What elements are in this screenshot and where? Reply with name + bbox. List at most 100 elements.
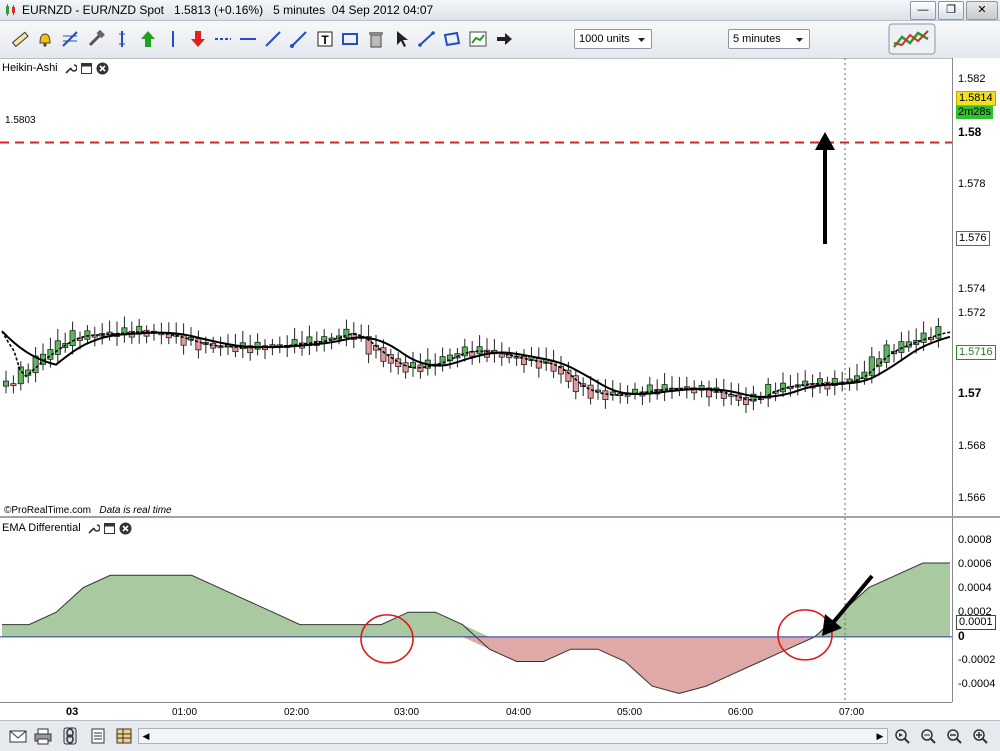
negative-area xyxy=(2,636,950,694)
price-tick: 1.57 xyxy=(958,386,982,400)
indicator-tick: -0.0004 xyxy=(958,678,996,690)
candle-body xyxy=(195,338,202,351)
copyright-text: ©ProRealTime.com xyxy=(4,505,92,516)
timeframe-select-value: 5 minutes xyxy=(733,33,781,45)
notes-icon[interactable] xyxy=(88,727,108,745)
chart-settings-icon[interactable] xyxy=(468,29,488,49)
scroll-left-arrow[interactable]: ◀ xyxy=(139,729,153,743)
lasso-icon[interactable] xyxy=(442,29,462,49)
trash-icon[interactable] xyxy=(366,29,386,49)
candle-body xyxy=(587,384,594,399)
target-line-label: 1.5803 xyxy=(5,115,36,126)
time-tick: 06:00 xyxy=(728,707,754,718)
ema-differential-chart[interactable] xyxy=(0,518,952,702)
price-marker: 1.576 xyxy=(956,231,990,246)
rectangle-icon[interactable] xyxy=(340,29,360,49)
alert-bell-icon[interactable] xyxy=(35,29,55,49)
indicator-value-badge: 0.0001 xyxy=(956,615,996,630)
vertical-line-icon-2[interactable] xyxy=(163,29,183,49)
positive-area xyxy=(2,563,950,637)
indicator-tick: -0.0002 xyxy=(958,654,996,666)
candle-body xyxy=(780,382,787,393)
sell-arrow-icon[interactable] xyxy=(188,29,208,49)
ema-value-badge: 1.5716 xyxy=(956,345,996,360)
realtime-note: Data is real time xyxy=(99,505,172,516)
bottom-toolbar: ◀ ▶ xyxy=(0,720,1000,751)
price-axis: 1.582 1.5814 2m28s 1.58 1.578 1.576 1.57… xyxy=(952,58,1000,517)
zoom-out-icon[interactable] xyxy=(944,727,964,745)
reset-zoom-icon[interactable] xyxy=(892,727,912,745)
candle-body xyxy=(920,332,927,343)
countdown-badge: 2m28s xyxy=(956,106,994,119)
app-candles-icon xyxy=(6,4,15,16)
price-tick: 1.568 xyxy=(958,440,986,452)
chevron-down-icon xyxy=(796,38,803,42)
time-tick: 05:00 xyxy=(617,707,643,718)
candle-body xyxy=(84,330,91,340)
time-tick: 04:00 xyxy=(506,707,532,718)
minimize-button[interactable]: — xyxy=(910,1,936,20)
time-tick: 03:00 xyxy=(394,707,420,718)
zoom-in-icon[interactable] xyxy=(970,727,990,745)
svg-text:T: T xyxy=(321,33,329,47)
candle-body xyxy=(17,366,24,385)
units-select-value: 1000 units xyxy=(579,33,630,45)
candle-body xyxy=(402,362,409,373)
arrow-right-icon[interactable] xyxy=(494,29,514,49)
fast-ema-line xyxy=(1,330,951,401)
up-arrowhead xyxy=(815,132,835,150)
candle-body xyxy=(935,326,942,339)
candle-body xyxy=(550,361,557,372)
chart-credits: ©ProRealTime.com Data is real time xyxy=(4,505,172,516)
toolbar: T 1000 units 5 minutes xyxy=(0,21,1000,59)
ruler-icon[interactable] xyxy=(10,29,30,49)
chain-link-icon[interactable] xyxy=(60,727,80,745)
email-icon[interactable] xyxy=(8,727,28,745)
price-tick: 1.582 xyxy=(958,73,986,85)
time-tick: 07:00 xyxy=(839,707,865,718)
ray-icon[interactable] xyxy=(289,29,309,49)
candle-body xyxy=(602,390,609,400)
chart-style-button[interactable] xyxy=(888,23,936,55)
zoom-fit-icon[interactable] xyxy=(918,727,938,745)
slow-ema-line xyxy=(1,330,951,398)
vertical-line-icon[interactable] xyxy=(112,29,132,49)
candle-body xyxy=(10,383,17,387)
heikin-ashi-chart[interactable] xyxy=(0,58,952,517)
candle-body xyxy=(535,358,542,369)
time-axis: 03 01:00 02:00 03:00 04:00 05:00 06:00 0… xyxy=(0,702,952,721)
text-icon[interactable]: T xyxy=(315,29,335,49)
spreadsheet-icon[interactable] xyxy=(114,727,134,745)
maximize-button[interactable]: ❐ xyxy=(938,1,964,20)
candle-body xyxy=(380,347,387,362)
close-button[interactable]: ✕ xyxy=(966,1,998,20)
price-tick: 1.578 xyxy=(958,178,986,190)
pointer-icon[interactable] xyxy=(392,29,412,49)
price-tick: 1.58 xyxy=(958,125,982,139)
timeframe-select[interactable]: 5 minutes xyxy=(728,29,810,49)
trendline-icon[interactable] xyxy=(263,29,283,49)
candle-body xyxy=(565,369,572,382)
indicator-axis: 0.0008 0.0006 0.0004 0.0002 0.0001 0 -0.… xyxy=(952,518,1000,702)
horizontal-segment-icon[interactable] xyxy=(213,29,233,49)
candle-body xyxy=(572,375,579,393)
candle-body xyxy=(3,380,9,387)
title-bar: EURNZD - EUR/NZD Spot 1.5813 (+0.16%) 5 … xyxy=(0,0,1000,21)
candle-body xyxy=(898,341,905,353)
time-tick: 02:00 xyxy=(284,707,310,718)
indicator-tick: 0.0006 xyxy=(958,558,992,570)
units-select[interactable]: 1000 units xyxy=(574,29,652,49)
scroll-right-arrow[interactable]: ▶ xyxy=(873,729,887,743)
time-scrollbar[interactable]: ◀ ▶ xyxy=(138,728,888,744)
print-icon[interactable] xyxy=(33,727,53,745)
horizontal-line-icon[interactable] xyxy=(238,29,258,49)
hammer-icon[interactable] xyxy=(86,29,106,49)
buy-arrow-icon[interactable] xyxy=(138,29,158,49)
time-tick: 01:00 xyxy=(172,707,198,718)
indicator-tick: 0.0004 xyxy=(958,582,992,594)
pencil-line-icon[interactable] xyxy=(417,29,437,49)
window-title: EURNZD - EUR/NZD Spot 1.5813 (+0.16%) 5 … xyxy=(22,3,434,17)
current-price-badge: 1.5814 xyxy=(956,91,996,106)
fibonacci-icon[interactable] xyxy=(60,29,80,49)
candle-body xyxy=(476,346,483,355)
